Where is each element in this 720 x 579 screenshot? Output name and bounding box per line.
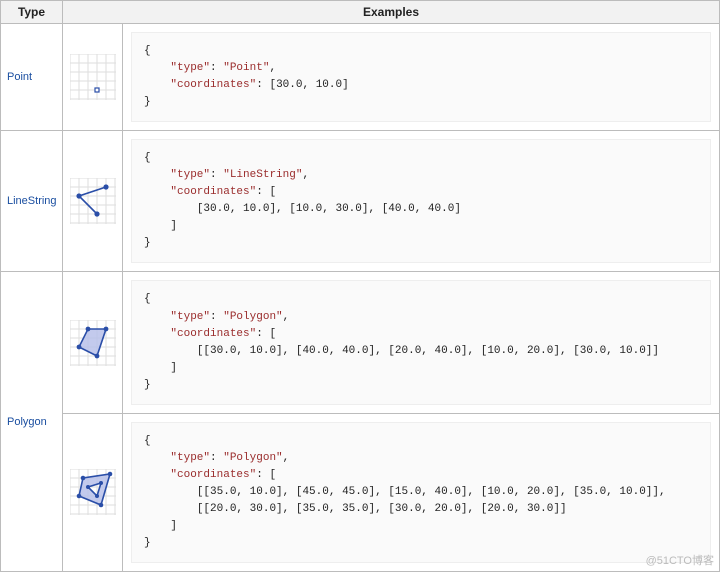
code-block: { "type": "Point", "coordinates": [30.0,… <box>131 32 711 122</box>
table-row: { "type": "Polygon", "coordinates": [ [[… <box>1 413 720 571</box>
code-block: { "type": "Polygon", "coordinates": [ [[… <box>131 280 711 404</box>
type-link-point[interactable]: Point <box>3 71 60 83</box>
code-block: { "type": "Polygon", "coordinates": [ [[… <box>131 422 711 563</box>
type-link-polygon[interactable]: Polygon <box>3 416 60 428</box>
table-row: Polygon <box>1 272 720 413</box>
linestring-icon <box>70 178 116 224</box>
header-examples: Examples <box>63 1 720 24</box>
code-block: { "type": "LineString", "coordinates": [… <box>131 139 711 263</box>
polygon-hole-icon <box>70 469 116 515</box>
point-icon <box>70 54 116 100</box>
table-row: LineString <box>1 131 720 272</box>
polygon-icon <box>70 320 116 366</box>
table-row: Point <box>1 24 720 131</box>
geojson-types-table: Type Examples Point <box>0 0 720 572</box>
header-type: Type <box>1 1 63 24</box>
type-link-linestring[interactable]: LineString <box>3 195 60 207</box>
